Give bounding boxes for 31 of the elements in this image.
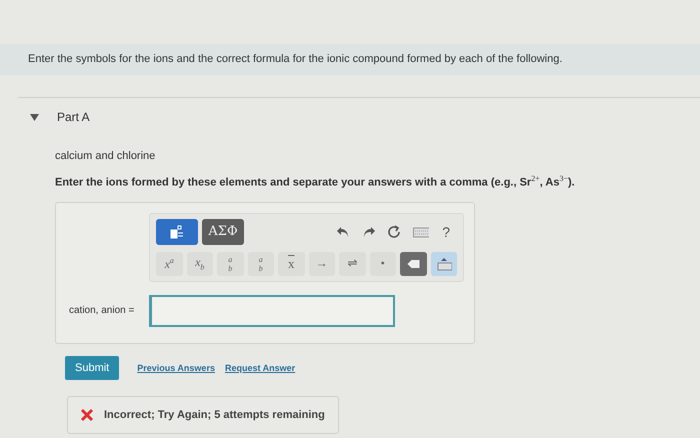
fraction-key[interactable]: a b <box>248 252 274 276</box>
keyboard-toggle-key[interactable] <box>430 252 457 276</box>
elements-text: calcium and chlorine <box>55 150 156 162</box>
question-prompt: Enter the ions formed by these elements and separate your answers with a comma (e.g., Sr$^{2+}$, As$^{3−}$). <box>55 174 576 189</box>
answer-link[interactable]: Previous Answers <box>137 362 215 373</box>
answer-link[interactable]: Request Answer <box>224 362 296 373</box>
help-button[interactable]: ? <box>435 218 457 245</box>
cross-icon <box>80 408 94 422</box>
answer-label: cation, anion = <box>69 305 136 316</box>
stack-key[interactable]: a b <box>217 252 244 276</box>
feedback-text: Incorrect; Try Again; 5 attempts remaining <box>104 408 325 421</box>
keyboard-icon <box>436 256 452 271</box>
template-icon <box>169 224 185 239</box>
backspace-key[interactable] <box>400 252 426 276</box>
symbol-key[interactable]: → <box>308 252 335 276</box>
reset-icon <box>387 224 402 239</box>
answer-field[interactable] <box>149 294 395 327</box>
undo-icon <box>336 224 350 239</box>
symbol-key[interactable]: ⇌ <box>339 252 366 276</box>
subscript-key[interactable]: x$_{b}$ <box>186 252 213 276</box>
templates-button[interactable] <box>156 218 198 245</box>
symbols-button[interactable]: ΑΣΦ <box>202 218 244 245</box>
collapse-triangle-icon[interactable] <box>30 114 39 120</box>
keyboard-icon <box>411 224 430 239</box>
symbol-key[interactable]: • <box>370 252 396 276</box>
superscript-key[interactable]: x$^{a}$ <box>156 252 182 276</box>
instructions-text: Enter the symbols for the ions and the correct formula for the ionic compound formed by each of the following. <box>0 44 700 75</box>
part-title: Part A <box>57 110 90 124</box>
overline-key[interactable]: x <box>278 252 304 276</box>
submit-button[interactable]: Submit <box>65 356 120 380</box>
redo-icon <box>362 224 376 239</box>
